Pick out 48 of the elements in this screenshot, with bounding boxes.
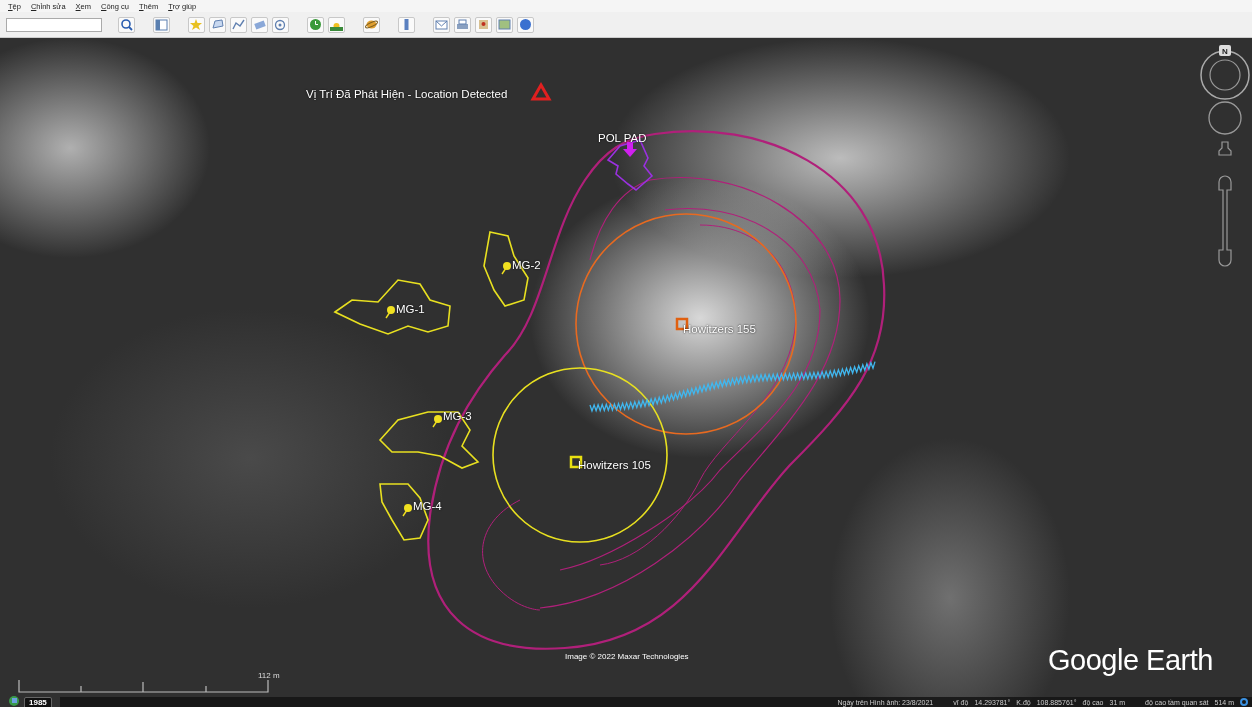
scale-label: 112 m (258, 671, 280, 680)
pushpin-icon[interactable] (385, 306, 395, 319)
map-icon (477, 18, 490, 31)
globe-icon (519, 18, 532, 31)
planet-icon (365, 18, 378, 31)
placemark-label: MG-1 (396, 303, 425, 315)
print-button[interactable] (454, 16, 471, 33)
search-field[interactable] (6, 17, 102, 32)
north-label: N (1222, 47, 1228, 56)
email-icon (435, 18, 448, 31)
placemark-label: Vị Trí Đã Phát Hiện - Location Detected (306, 88, 508, 100)
pushpin-icon[interactable] (501, 262, 511, 275)
star-button[interactable] (188, 16, 205, 33)
pushpin-icon[interactable] (432, 415, 442, 428)
placemark-label: Howitzers 105 (578, 459, 651, 471)
map-button[interactable] (475, 16, 492, 33)
image-button[interactable] (496, 16, 513, 33)
path-button[interactable] (230, 16, 247, 33)
zoom-bar-icon[interactable] (1218, 175, 1232, 267)
planet-button[interactable] (363, 16, 380, 33)
star-icon (190, 18, 203, 31)
polygon-icon (211, 18, 224, 31)
search-button[interactable] (118, 16, 135, 33)
imagery-credit: Image © 2022 Maxar Technologies (565, 652, 689, 661)
polygon-button[interactable] (209, 16, 226, 33)
print-icon (456, 18, 469, 31)
historical-imagery-year[interactable]: 1985 (24, 697, 52, 707)
path-icon (232, 18, 245, 31)
overlay-icon (253, 18, 266, 31)
sidebar-button[interactable] (153, 16, 170, 33)
sidebar-icon (155, 18, 168, 31)
down-arrow-icon[interactable] (623, 142, 637, 157)
pushpin-icon[interactable] (402, 504, 412, 517)
search-icon (120, 18, 133, 31)
placemark-label: Howitzers 155 (683, 323, 756, 335)
placemark-label: POL PAD (598, 132, 647, 144)
image-icon (498, 18, 511, 31)
globe-button[interactable] (517, 16, 534, 33)
streaming-icon (1240, 698, 1248, 706)
overlay-button[interactable] (251, 16, 268, 33)
sun-button[interactable] (328, 16, 345, 33)
email-button[interactable] (433, 16, 450, 33)
ruler-button[interactable] (398, 16, 415, 33)
clock-button[interactable] (307, 16, 324, 33)
app-logo: Google Earth (1048, 644, 1213, 677)
clock-icon (309, 18, 322, 31)
warning-triangle-icon[interactable] (530, 81, 552, 101)
globe-icon[interactable] (9, 696, 19, 706)
